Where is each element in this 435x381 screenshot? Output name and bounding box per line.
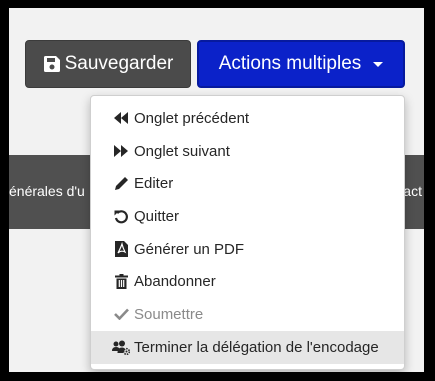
menu-item-generate-pdf[interactable]: Générer un PDF bbox=[91, 233, 404, 266]
menu-item-label: Onglet précédent bbox=[134, 109, 250, 127]
actions-dropdown-menu: Onglet précédent Onglet suivant Editer Q… bbox=[90, 95, 405, 370]
band-text-left: énérales d'u bbox=[9, 183, 85, 199]
menu-item-end-delegation[interactable]: Terminer la délégation de l'encodage bbox=[91, 330, 404, 364]
actions-button-label: Actions multiples bbox=[218, 53, 362, 74]
pdf-file-icon bbox=[112, 241, 130, 258]
menu-item-label: Terminer la délégation de l'encodage bbox=[134, 338, 379, 356]
menu-item-label: Générer un PDF bbox=[134, 240, 245, 258]
caret-down-icon bbox=[373, 61, 384, 67]
floppy-disk-icon bbox=[43, 55, 61, 73]
pencil-icon bbox=[112, 176, 130, 191]
menu-item-submit: Soumettre bbox=[91, 298, 404, 331]
trash-icon bbox=[112, 274, 130, 290]
menu-item-abandon[interactable]: Abandonner bbox=[91, 265, 404, 298]
menu-item-label: Quitter bbox=[134, 207, 180, 225]
check-icon bbox=[112, 308, 130, 321]
menu-item-label: Abandonner bbox=[134, 273, 216, 291]
users-cog-icon bbox=[112, 340, 130, 355]
menu-item-label: Onglet suivant bbox=[134, 142, 230, 160]
save-button-label: Sauvegarder bbox=[64, 53, 174, 74]
menu-item-quit[interactable]: Quitter bbox=[91, 200, 404, 233]
forward-icon bbox=[112, 145, 130, 158]
menu-item-next-tab[interactable]: Onglet suivant bbox=[91, 135, 404, 168]
menu-item-edit[interactable]: Editer bbox=[91, 167, 404, 200]
page-viewport: énérales d'u tact Sauvegarder Actions mu… bbox=[9, 8, 424, 372]
actions-dropdown-button[interactable]: Actions multiples bbox=[197, 40, 405, 88]
menu-item-previous-tab[interactable]: Onglet précédent bbox=[91, 102, 404, 135]
save-button[interactable]: Sauvegarder bbox=[25, 40, 191, 88]
menu-item-label: Editer bbox=[134, 175, 174, 193]
menu-item-label: Soumettre bbox=[134, 305, 204, 323]
backward-icon bbox=[112, 112, 130, 125]
undo-icon bbox=[112, 209, 130, 224]
